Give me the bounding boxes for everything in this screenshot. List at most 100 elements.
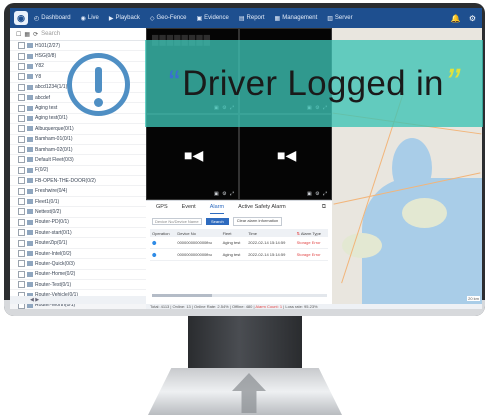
checkbox[interactable] bbox=[18, 83, 25, 91]
sidebar-device-item[interactable]: Router-Quick(0/3) bbox=[10, 259, 146, 270]
tab-event[interactable]: Event bbox=[182, 204, 196, 214]
sidebar-device-item[interactable]: Albuquerque(0/1) bbox=[10, 124, 146, 135]
checkbox[interactable] bbox=[18, 270, 25, 278]
fleet-icon bbox=[27, 230, 33, 236]
table-row[interactable]: ⬤ 0000000000000fbu Aging test 2022-02-14… bbox=[150, 248, 328, 261]
sidebar-device-item[interactable]: Router-start(0/1) bbox=[10, 228, 146, 239]
checkbox[interactable] bbox=[18, 125, 25, 133]
sidebar-device-item[interactable]: F(0/2) bbox=[10, 166, 146, 177]
time-cell: 2022-02-14 15:14:59 bbox=[246, 237, 295, 249]
sidebar-device-item[interactable]: Aging test(0/1) bbox=[10, 114, 146, 125]
nav-evidence[interactable]: ▣ Evidence bbox=[197, 15, 229, 22]
table-row[interactable]: ⬤ 0000000000000fbu Aging test 2022-02-14… bbox=[150, 237, 328, 249]
checkbox[interactable] bbox=[18, 156, 25, 164]
nav-management[interactable]: ▦ Management bbox=[275, 15, 318, 22]
sidebar-device-item[interactable]: Nettest(0/2) bbox=[10, 207, 146, 218]
sidebar-search-input[interactable]: Search bbox=[41, 31, 60, 37]
checkbox[interactable] bbox=[18, 114, 25, 122]
checkbox[interactable] bbox=[18, 135, 25, 143]
sidebar-item-label: Router-Quick(0/3) bbox=[35, 260, 75, 267]
external-link-icon[interactable]: ⧉ bbox=[322, 204, 326, 211]
nav-server[interactable]: ▥ Server bbox=[327, 15, 352, 22]
fleet-cell: Aging test bbox=[220, 237, 247, 249]
sidebar-item-label: Y8 bbox=[35, 73, 42, 80]
nav-dashboard[interactable]: ◴ Dashboard bbox=[34, 15, 71, 22]
horizontal-scrollbar[interactable] bbox=[152, 294, 327, 297]
select-all-checkbox[interactable]: ☐ bbox=[16, 31, 21, 38]
refresh-icon[interactable]: ⟳ bbox=[33, 31, 38, 38]
checkbox[interactable] bbox=[18, 281, 25, 289]
sidebar-device-item[interactable]: Fleet1(0/1) bbox=[10, 197, 146, 208]
sidebar-item-label: Fleet1(0/1) bbox=[35, 198, 60, 205]
search-button[interactable]: Search bbox=[206, 217, 229, 225]
fleet-icon bbox=[27, 282, 33, 288]
sidebar-device-item[interactable]: Bamham-02(0/1) bbox=[10, 145, 146, 156]
live-icon: ◉ bbox=[80, 15, 86, 22]
checkbox[interactable] bbox=[18, 62, 25, 70]
sidebar-device-item[interactable]: H101(2/27) bbox=[10, 41, 146, 52]
nav-report[interactable]: ▤ Report bbox=[239, 15, 265, 22]
location-pin-icon[interactable]: ⬤ bbox=[152, 240, 156, 245]
video-tile-tools[interactable]: ▣ ⚙ ⤢ bbox=[307, 191, 328, 197]
time-cell: 2022-02-14 15:14:59 bbox=[246, 248, 295, 261]
notification-icon[interactable]: 🔔 bbox=[451, 14, 461, 23]
sidebar-device-item[interactable]: Bamham-01(0/1) bbox=[10, 135, 146, 145]
sidebar-device-item[interactable]: Router-Test(0/1) bbox=[10, 280, 146, 291]
sidebar-item-label: Aging test bbox=[35, 105, 58, 112]
sidebar-item-label: F(0/2) bbox=[35, 167, 49, 174]
sidebar-device-item[interactable]: Default Fleet(0/3) bbox=[10, 155, 146, 166]
fleet-icon bbox=[27, 84, 33, 90]
sidebar-device-item[interactable]: RouterZip(0/1) bbox=[10, 238, 146, 249]
checkbox[interactable] bbox=[18, 94, 25, 102]
sidebar-item-label: Albuquerque(0/1) bbox=[35, 125, 74, 132]
device-no-cell: 0000000000000fbu bbox=[175, 237, 221, 249]
nav-live[interactable]: ◉ Live bbox=[81, 15, 99, 22]
fleet-icon bbox=[27, 74, 33, 80]
checkbox[interactable] bbox=[18, 229, 25, 237]
column-header: Device No bbox=[175, 229, 221, 237]
checkbox[interactable] bbox=[18, 260, 25, 268]
sidebar-device-item[interactable]: Router-Home(0/2) bbox=[10, 270, 146, 280]
server-icon: ▥ bbox=[327, 15, 333, 22]
checkbox[interactable] bbox=[18, 239, 25, 247]
clear-alarm-button[interactable]: Clear alarm information bbox=[232, 216, 283, 226]
filter-icon[interactable]: ▦ bbox=[24, 31, 30, 38]
location-pin-icon[interactable]: ⬤ bbox=[152, 252, 156, 257]
sidebar-device-item[interactable]: Router-PD(0/1) bbox=[10, 218, 146, 229]
tab-active-safety-alarm[interactable]: Active Safety Alarm bbox=[238, 204, 286, 214]
checkbox[interactable] bbox=[18, 166, 25, 174]
nav-geo-fence[interactable]: ◇ Geo-Fence bbox=[150, 15, 187, 22]
nav-playback[interactable]: ▶ Playback bbox=[109, 15, 140, 22]
tab-gps[interactable]: GPS bbox=[156, 204, 168, 214]
geo-fence-icon: ◇ bbox=[149, 15, 155, 22]
checkbox[interactable] bbox=[18, 146, 25, 154]
settings-icon[interactable]: ⚙ bbox=[469, 14, 476, 23]
close-quote: ” bbox=[445, 61, 460, 105]
checkbox[interactable] bbox=[18, 104, 25, 112]
sidebar-item-label: Bamham-01(0/1) bbox=[35, 136, 73, 143]
checkbox[interactable] bbox=[18, 73, 25, 81]
sidebar-footer[interactable]: ◀ ▶ bbox=[10, 296, 146, 304]
sidebar-item-label: Aging test(0/1) bbox=[35, 115, 68, 122]
fleet-icon bbox=[27, 188, 33, 194]
sidebar-device-item[interactable]: Router-Intel(0/2) bbox=[10, 249, 146, 260]
tab-alarm[interactable]: Alarm bbox=[209, 204, 225, 214]
fleet-icon bbox=[27, 209, 33, 215]
checkbox[interactable] bbox=[18, 208, 25, 216]
checkbox[interactable] bbox=[18, 177, 25, 185]
sidebar-device-item[interactable]: FB-OPEN-THE-DOOR(0/2) bbox=[10, 176, 146, 187]
checkbox[interactable] bbox=[18, 218, 25, 226]
checkbox[interactable] bbox=[18, 198, 25, 206]
checkbox[interactable] bbox=[18, 42, 25, 50]
table-header-row: Operation Device No Fleet Time ⇅ Alarm T… bbox=[150, 229, 328, 237]
sidebar-item-label: RouterZip(0/1) bbox=[35, 240, 68, 247]
checkbox[interactable] bbox=[18, 250, 25, 257]
fleet-icon bbox=[27, 271, 33, 277]
checkbox[interactable] bbox=[18, 187, 25, 195]
sidebar-device-item[interactable]: Freshwire(0/4) bbox=[10, 186, 146, 197]
scrollbar-thumb[interactable] bbox=[152, 294, 212, 297]
checkbox[interactable] bbox=[18, 52, 25, 60]
video-tile-tools[interactable]: ▣ ⚙ ⤢ bbox=[214, 191, 235, 197]
island bbox=[342, 233, 382, 258]
device-filter-input[interactable]: Device No/Device Name bbox=[152, 217, 202, 225]
